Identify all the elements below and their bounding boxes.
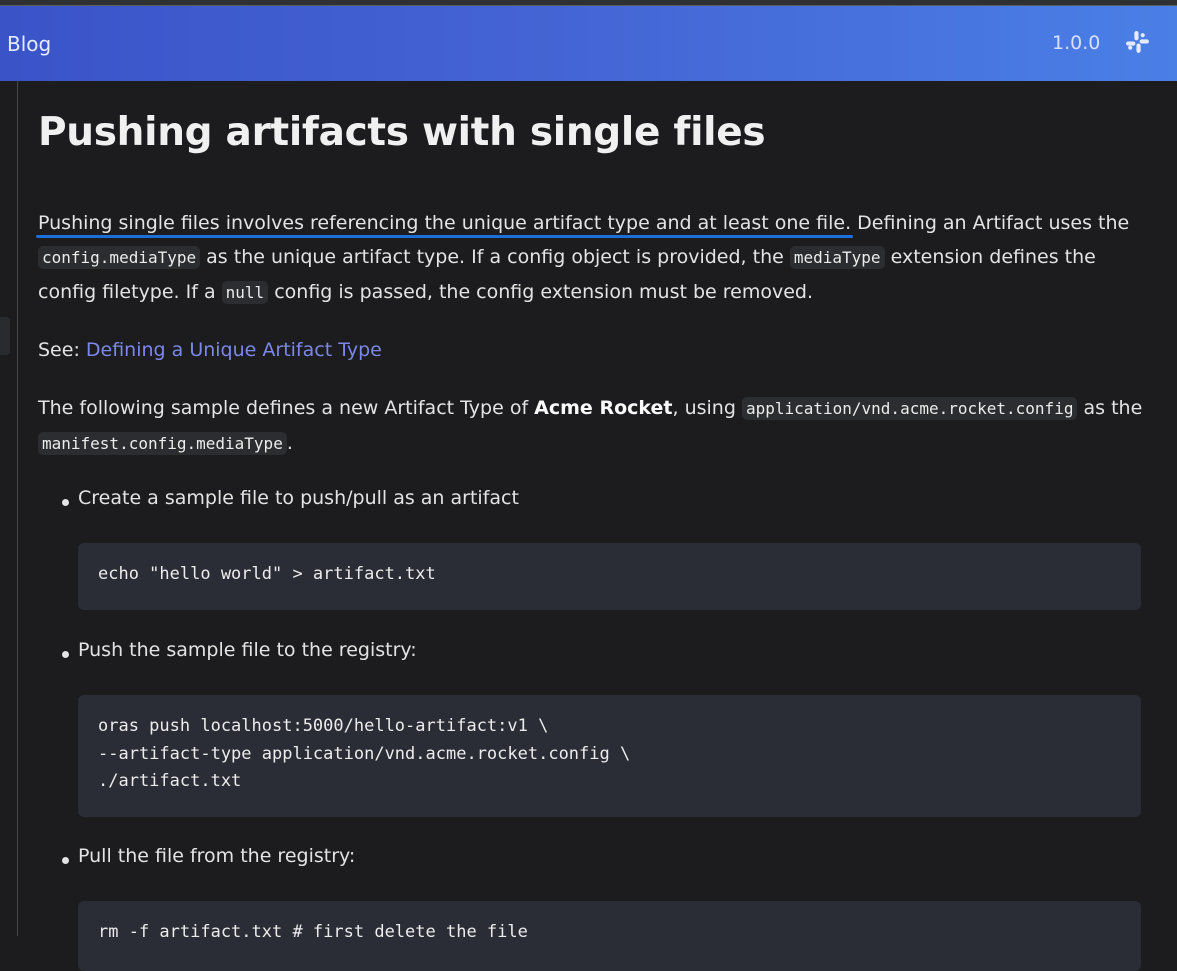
navbar: Blog 1.0.0 xyxy=(0,6,1177,81)
slack-icon[interactable] xyxy=(1125,30,1150,55)
code-block[interactable]: rm -f artifact.txt # first delete the fi… xyxy=(78,901,1141,971)
doc-content: Pushing artifacts with single files Push… xyxy=(36,110,1143,971)
inline-code: config.mediaType xyxy=(38,246,201,269)
inline-code: application/vnd.acme.rocket.config xyxy=(741,397,1078,420)
see-label: See: xyxy=(38,339,86,361)
sample-text: . xyxy=(286,432,293,454)
step-label: Pull the file from the registry: xyxy=(78,845,356,867)
sidebar-collapse-handle[interactable] xyxy=(0,317,10,355)
intro-text: config is passed, the config extension m… xyxy=(268,281,813,303)
code-block[interactable]: echo "hello world" > artifact.txt xyxy=(78,543,1141,610)
bullet xyxy=(62,651,69,658)
intro-text: Defining an Artifact uses the xyxy=(851,212,1130,234)
sample-text: , using xyxy=(672,397,742,419)
step-label: Push the sample file to the registry: xyxy=(78,639,417,661)
artifact-type-name: Acme Rocket xyxy=(534,397,673,419)
artifact-type-link[interactable]: Defining a Unique Artifact Type xyxy=(86,339,382,361)
bullet xyxy=(62,499,69,506)
nav-blog-link[interactable]: Blog xyxy=(7,32,51,56)
inline-code: null xyxy=(221,281,269,304)
sidebar-divider xyxy=(17,81,18,936)
version-selector[interactable]: 1.0.0 xyxy=(1052,32,1100,54)
intro-text: as the unique artifact type. If a config… xyxy=(200,246,790,268)
code-block[interactable]: oras push localhost:5000/hello-artifact:… xyxy=(78,695,1141,817)
bullet xyxy=(62,857,69,864)
highlight-underline xyxy=(36,235,854,238)
step-label: Create a sample file to push/pull as an … xyxy=(78,487,519,509)
highlighted-text: Pushing single files involves referencin… xyxy=(38,212,852,234)
see-paragraph: See: Defining a Unique Artifact Type xyxy=(38,333,382,367)
inline-code: mediaType xyxy=(789,246,885,269)
sample-text: as the xyxy=(1077,397,1143,419)
page-title: Pushing artifacts with single files xyxy=(38,110,766,155)
intro-paragraph: Pushing single files involves referencin… xyxy=(36,206,1143,310)
sample-text: The following sample defines a new Artif… xyxy=(38,397,535,419)
highlighted-sentence: Pushing single files involves referencin… xyxy=(36,212,854,238)
sample-paragraph: The following sample defines a new Artif… xyxy=(38,391,1143,461)
inline-code: manifest.config.mediaType xyxy=(38,432,287,455)
